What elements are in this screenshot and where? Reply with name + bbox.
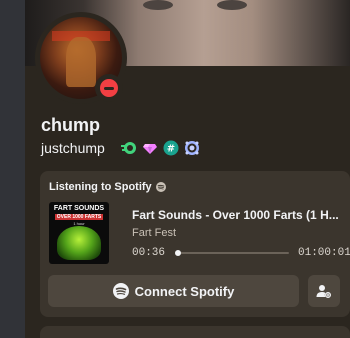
- nitro-badge-icon[interactable]: [120, 140, 137, 156]
- hashtag-badge-icon[interactable]: #: [163, 140, 179, 156]
- connect-spotify-button[interactable]: Connect Spotify: [48, 275, 299, 307]
- album-art-title: FART SOUNDS: [53, 205, 105, 212]
- connect-spotify-label: Connect Spotify: [134, 283, 235, 299]
- boost-gem-icon[interactable]: [142, 140, 158, 156]
- spotify-icon: [155, 182, 166, 192]
- album-art-cloud: [57, 226, 101, 260]
- username-row: justchump #: [41, 140, 200, 156]
- next-section-card: [40, 326, 350, 338]
- svg-text:#: #: [167, 144, 175, 155]
- avatar-figure: [66, 37, 96, 87]
- elapsed-time: 00:36: [132, 247, 166, 259]
- dnd-status-icon: [100, 79, 118, 97]
- album-art-subtitle: OVER 1000 FARTS: [55, 214, 103, 220]
- status-indicator: [95, 74, 123, 102]
- duration-time: 01:00:01: [298, 247, 350, 259]
- left-rail: [0, 0, 25, 338]
- quest-badge-icon[interactable]: [184, 140, 200, 156]
- track-artist[interactable]: Fart Fest: [132, 227, 176, 239]
- invite-to-listen-button[interactable]: [308, 275, 340, 307]
- profile-panel: chump justchump # Listening to Spotify F…: [25, 0, 350, 338]
- activity-header-label: Listening to Spotify: [49, 181, 152, 193]
- banner-eye-right: [217, 0, 247, 10]
- activity-card: Listening to Spotify FART SOUNDS OVER 10…: [40, 171, 350, 317]
- add-user-icon: [316, 285, 332, 299]
- badges: #: [120, 140, 200, 156]
- display-name: chump: [41, 115, 101, 135]
- activity-header: Listening to Spotify: [49, 181, 166, 193]
- spotify-icon: [112, 283, 129, 299]
- username: justchump: [41, 140, 105, 156]
- album-art[interactable]: FART SOUNDS OVER 1000 FARTS 1 hour: [49, 202, 109, 264]
- banner-eye-left: [143, 0, 173, 10]
- progress-knob: [175, 250, 182, 256]
- progress-bar: [175, 250, 289, 256]
- track-title[interactable]: Fart Sounds - Over 1000 Farts (1 H...: [132, 208, 350, 222]
